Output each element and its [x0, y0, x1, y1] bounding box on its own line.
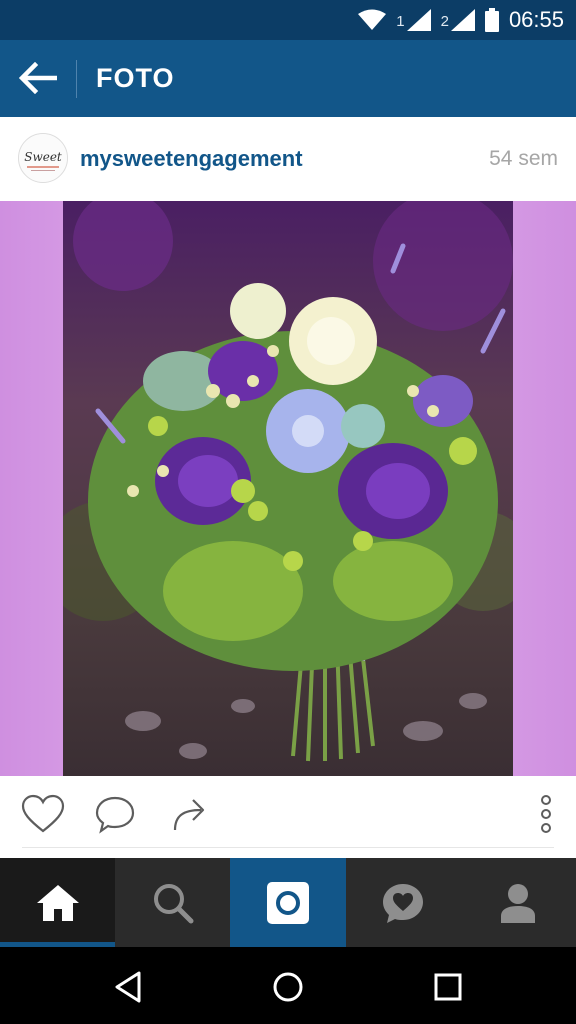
post-time: 54 sem	[489, 147, 558, 170]
system-nav-bar	[0, 947, 576, 1024]
post-username[interactable]: mysweetengagement	[80, 117, 303, 201]
sim1-label: 1	[396, 13, 405, 30]
home-icon	[36, 884, 79, 921]
comment-bubble-icon	[95, 796, 135, 834]
post-photo-area	[0, 201, 576, 776]
signal-sim2: 2	[441, 9, 475, 31]
signal-sim1: 1	[396, 9, 431, 31]
signal-icon	[406, 9, 431, 31]
post-photo[interactable]	[63, 201, 513, 776]
triangle-back-icon	[115, 971, 141, 1003]
comment-button[interactable]	[91, 790, 139, 838]
vertical-dots-icon	[541, 795, 551, 833]
clock: 06:55	[508, 7, 564, 32]
status-bar: 1 2 06:55	[0, 0, 576, 40]
page-title: FOTO	[96, 63, 175, 93]
like-button[interactable]	[19, 790, 67, 838]
actions-divider	[22, 847, 554, 848]
tab-home[interactable]	[0, 858, 116, 947]
sim2-label: 2	[440, 13, 449, 30]
more-options-button[interactable]	[522, 790, 570, 838]
search-icon	[153, 883, 194, 923]
heart-bubble-icon	[383, 883, 424, 923]
tab-profile[interactable]	[461, 858, 576, 947]
wifi-icon	[358, 9, 387, 30]
post-header: Sweet mysweetengagement 54 sem	[0, 117, 576, 201]
share-arrow-icon	[173, 799, 205, 831]
tab-search[interactable]	[115, 858, 230, 947]
tab-camera[interactable]	[230, 858, 346, 947]
share-button[interactable]	[165, 790, 213, 838]
square-recents-icon	[434, 973, 462, 1001]
arrow-left-icon	[19, 62, 57, 94]
app-bar-divider	[76, 60, 77, 98]
nav-home-button[interactable]	[266, 965, 310, 1009]
avatar[interactable]: Sweet	[18, 133, 68, 183]
tab-activity[interactable]	[346, 858, 461, 947]
post-actions	[0, 776, 576, 858]
signal-icon	[450, 9, 475, 31]
bottom-tab-bar	[0, 858, 576, 947]
app-bar: FOTO	[0, 40, 576, 117]
person-icon	[501, 883, 536, 923]
avatar-logo-text: Sweet	[24, 150, 62, 164]
nav-back-button[interactable]	[106, 965, 150, 1009]
avatar-logo: Sweet	[19, 134, 67, 182]
back-button[interactable]	[16, 58, 60, 98]
battery-icon	[484, 8, 499, 32]
nav-recents-button[interactable]	[426, 965, 470, 1009]
circle-home-icon	[273, 972, 303, 1002]
camera-icon	[267, 881, 309, 924]
status-icons: 1 2 06:55	[358, 0, 564, 40]
heart-icon	[21, 794, 65, 833]
